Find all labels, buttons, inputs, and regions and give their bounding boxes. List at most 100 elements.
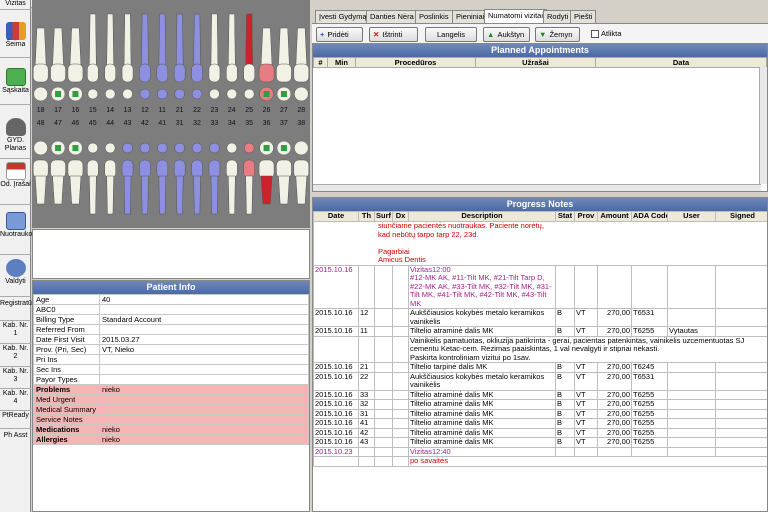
patient-info-value[interactable]: nieko xyxy=(99,434,309,445)
col-header-procedures[interactable]: Procedūros xyxy=(355,57,476,68)
tooth-42-root[interactable] xyxy=(141,175,149,215)
sidebar-item-records[interactable]: Od. Įrašai xyxy=(0,162,31,189)
tooth-16-filling[interactable] xyxy=(72,91,79,97)
table-row[interactable]: 2015.10.16 32 Tiltelio atraminė dalis MK B V… xyxy=(313,399,767,410)
tooth-number-18[interactable]: 18 xyxy=(34,107,48,114)
planned-horizontal-scrollbar[interactable] xyxy=(313,184,761,191)
tab-3[interactable]: Pieniniai xyxy=(452,10,489,23)
tab-4[interactable]: Numatomi vizitai xyxy=(484,9,548,23)
col-header[interactable]: Th xyxy=(358,211,375,222)
tooth-number-13[interactable]: 13 xyxy=(121,107,135,114)
checkbox-box[interactable] xyxy=(591,30,599,39)
tooth-27-crown[interactable] xyxy=(276,63,292,83)
tooth-number-45[interactable]: 45 xyxy=(86,120,100,127)
sidebar-item-room-4[interactable]: Kab. Nr. 4 xyxy=(0,390,31,406)
col-header[interactable]: Description xyxy=(408,211,556,222)
tab-6[interactable]: Piešti xyxy=(570,10,597,23)
tooth-31-occlusal[interactable] xyxy=(174,142,185,154)
sidebar-item-invoice[interactable]: Sąskaita xyxy=(0,68,31,95)
tooth-number-12[interactable]: 12 xyxy=(138,107,152,114)
tooth-24-occlusal[interactable] xyxy=(226,88,238,100)
tooth-number-38[interactable]: 38 xyxy=(294,120,308,127)
tooth-23-root[interactable] xyxy=(210,13,219,67)
tooth-31-crown[interactable] xyxy=(173,159,186,179)
tooth-number-23[interactable]: 23 xyxy=(207,107,221,114)
tooth-15-occlusal[interactable] xyxy=(87,88,99,100)
tooth-26-crown[interactable] xyxy=(258,63,275,83)
tooth-number-46[interactable]: 46 xyxy=(68,120,82,127)
sidebar-item-ptready[interactable]: PtReady xyxy=(0,412,31,420)
tooth-23-occlusal[interactable] xyxy=(209,88,220,100)
tooth-number-43[interactable]: 43 xyxy=(121,120,135,127)
tooth-36-crown[interactable] xyxy=(258,159,275,179)
table-row[interactable]: 2015.10.16 11 Tiltelio atraminė dalis MK B V… xyxy=(313,326,767,337)
tooth-25-root[interactable] xyxy=(245,13,253,67)
tooth-number-47[interactable]: 47 xyxy=(51,120,65,127)
tooth-18-root[interactable] xyxy=(34,27,47,67)
table-row[interactable]: siunčiame pacientės nuotraukas. Paciente… xyxy=(313,221,767,266)
tab-2[interactable]: Poslinkis xyxy=(415,10,453,23)
tooth-15-root[interactable] xyxy=(89,13,97,67)
tooth-number-16[interactable]: 16 xyxy=(68,107,82,114)
window-button[interactable]: Langelis xyxy=(425,27,477,42)
col-header-notes[interactable]: Užrašai xyxy=(475,57,596,68)
tooth-23-crown[interactable] xyxy=(208,63,221,83)
table-row[interactable]: Vainikėlis pamatuotas, okliuzija patikri… xyxy=(313,335,767,363)
tooth-46-root[interactable] xyxy=(69,175,82,205)
tooth-46-crown[interactable] xyxy=(67,159,84,179)
tooth-number-14[interactable]: 14 xyxy=(103,107,117,114)
patient-info-value[interactable] xyxy=(99,304,309,315)
delete-button[interactable]: ✕ Ištrinti xyxy=(369,27,418,42)
sidebar-item-manage[interactable]: Valdyti xyxy=(0,259,31,286)
tooth-12-occlusal[interactable] xyxy=(139,88,151,100)
patient-info-value[interactable]: Standard Account xyxy=(99,314,309,325)
tooth-number-11[interactable]: 11 xyxy=(155,107,169,114)
tooth-number-35[interactable]: 35 xyxy=(242,120,256,127)
tooth-22-root[interactable] xyxy=(193,13,201,67)
tooth-number-22[interactable]: 22 xyxy=(190,107,204,114)
tooth-17-filling[interactable] xyxy=(55,91,62,97)
sidebar-item-room-3[interactable]: Kab. Nr. 3 xyxy=(0,368,31,384)
tooth-15-crown[interactable] xyxy=(87,63,99,83)
tooth-38-occlusal[interactable] xyxy=(294,140,309,156)
tooth-11-root[interactable] xyxy=(158,13,167,67)
tooth-34-crown[interactable] xyxy=(226,159,238,179)
tooth-47-root[interactable] xyxy=(52,175,64,205)
tooth-33-root[interactable] xyxy=(210,175,219,215)
tooth-34-occlusal[interactable] xyxy=(226,142,238,154)
patient-info-value[interactable] xyxy=(99,364,309,375)
patient-info-value[interactable] xyxy=(99,324,309,335)
tooth-41-root[interactable] xyxy=(158,175,167,215)
tooth-21-occlusal[interactable] xyxy=(174,88,185,100)
tooth-13-occlusal[interactable] xyxy=(122,88,133,100)
tooth-number-15[interactable]: 15 xyxy=(86,107,100,114)
tooth-38-crown[interactable] xyxy=(293,159,310,179)
tooth-43-crown[interactable] xyxy=(121,159,134,179)
tooth-47-filling[interactable] xyxy=(55,145,62,151)
tooth-number-25[interactable]: 25 xyxy=(242,107,256,114)
tooth-12-crown[interactable] xyxy=(139,63,151,83)
tooth-41-occlusal[interactable] xyxy=(157,142,168,154)
tooth-43-root[interactable] xyxy=(123,175,132,215)
tooth-22-occlusal[interactable] xyxy=(191,88,203,100)
tooth-22-crown[interactable] xyxy=(191,63,203,83)
sidebar-item-ph-asst[interactable]: Ph Asst xyxy=(0,432,31,440)
tooth-26-filling[interactable] xyxy=(263,91,270,97)
tooth-46-filling[interactable] xyxy=(72,145,79,151)
tooth-32-root[interactable] xyxy=(193,175,201,215)
chart-notes-box[interactable] xyxy=(32,229,310,279)
table-row[interactable]: 2015.10.16 31 Tiltelio atraminė dalis MK B V… xyxy=(313,408,767,419)
move-down-button[interactable]: ▼ Žemyn xyxy=(535,27,580,42)
tooth-34-root[interactable] xyxy=(228,175,236,215)
tooth-37-root[interactable] xyxy=(278,175,290,205)
tooth-number-21[interactable]: 21 xyxy=(173,107,187,114)
table-row[interactable]: 2015.10.16 42 Tiltelio atraminė dalis MK B V… xyxy=(313,427,767,438)
tooth-17-crown[interactable] xyxy=(50,63,66,83)
tooth-38-root[interactable] xyxy=(295,175,308,205)
table-row[interactable]: 2015.10.16 33 Tiltelio atraminė dalis MK B V… xyxy=(313,389,767,400)
tooth-number-32[interactable]: 32 xyxy=(190,120,204,127)
tab-5[interactable]: Rodyti xyxy=(543,10,573,23)
patient-info-value[interactable] xyxy=(99,394,309,405)
tooth-12-root[interactable] xyxy=(141,13,149,67)
sidebar-item-registration[interactable]: Registratūra xyxy=(0,300,38,308)
